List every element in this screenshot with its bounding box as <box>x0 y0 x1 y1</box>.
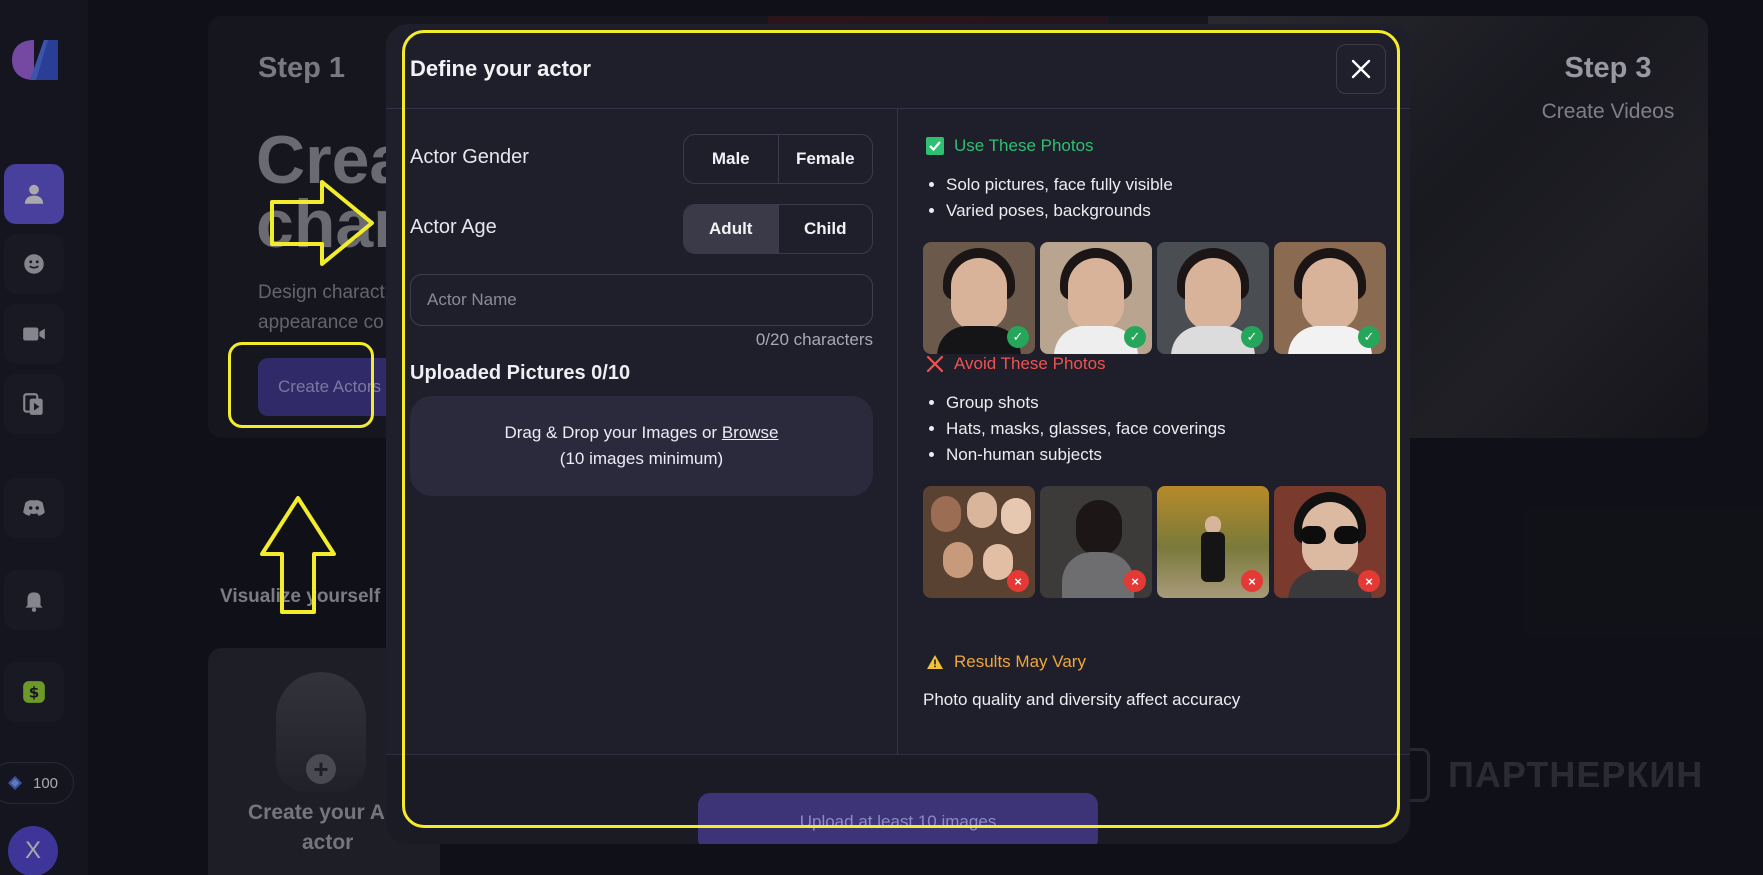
annotation-arrow-up-icon <box>260 496 336 614</box>
annotation-modal-frame <box>402 30 1400 828</box>
annotation-button-frame <box>228 342 374 428</box>
annotation-arrow-right-icon <box>270 180 374 266</box>
